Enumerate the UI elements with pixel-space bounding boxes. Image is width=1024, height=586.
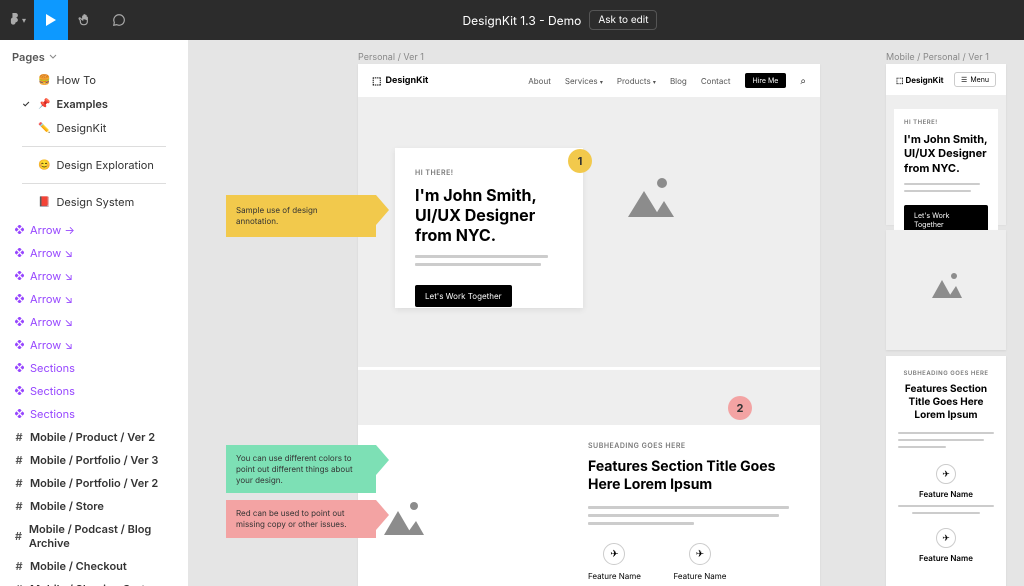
image-placeholder-icon xyxy=(928,272,964,302)
component-icon xyxy=(14,248,24,258)
layer-item[interactable]: Arrow ↘ xyxy=(0,287,188,310)
hero-card[interactable]: HI THERE! I'm John Smith, UI/UX Designer… xyxy=(395,148,583,308)
layer-item[interactable]: Sections xyxy=(0,379,188,402)
search-icon[interactable]: ⌕ xyxy=(800,75,806,87)
page-item[interactable]: 📕Design System xyxy=(0,190,188,214)
component-icon xyxy=(14,294,24,304)
hero-subheading: HI THERE! xyxy=(415,168,563,177)
layer-item[interactable]: Arrow ↘ xyxy=(0,264,188,287)
features-subheading: SUBHEADING GOES HERE xyxy=(588,441,800,450)
frame-icon: # xyxy=(14,501,24,511)
layer-item[interactable]: Arrow ↘ xyxy=(0,241,188,264)
ask-to-edit-button[interactable]: Ask to edit xyxy=(589,10,657,30)
brand-logo: DesignKit xyxy=(385,75,428,86)
toolbar: ▾ DesignKit 1.3 - Demo Ask to edit xyxy=(0,0,1024,40)
hero-subheading: HI THERE! xyxy=(904,119,988,126)
hand-tool[interactable] xyxy=(68,0,102,40)
layer-item[interactable]: Arrow ↘ xyxy=(0,310,188,333)
menu-button[interactable]: ☰ Menu xyxy=(954,72,996,87)
component-icon xyxy=(14,363,24,373)
hero-title: I'm John Smith, UI/UX Designer from NYC. xyxy=(904,132,988,175)
layer-item[interactable]: Sections xyxy=(0,356,188,379)
page-item[interactable]: ✏️DesignKit xyxy=(0,116,188,140)
features-title: Features Section Title Goes Here Lorem I… xyxy=(588,458,800,494)
cta-button[interactable]: Let's Work Together xyxy=(415,285,512,307)
annotation-green[interactable]: You can use different colors to point ou… xyxy=(226,445,376,493)
canvas[interactable]: Personal / Ver 1 Mobile / Personal / Ver… xyxy=(188,40,1024,586)
pages-heading[interactable]: Pages xyxy=(0,46,188,68)
nav-link[interactable]: About xyxy=(528,76,551,86)
image-placeholder-icon xyxy=(618,177,678,225)
frame-icon: # xyxy=(14,561,24,571)
file-title[interactable]: DesignKit 1.3 - Demo xyxy=(463,13,582,28)
comment-tool[interactable] xyxy=(102,0,136,40)
page-item[interactable]: ✓📌Examples xyxy=(0,92,188,116)
component-icon xyxy=(14,409,24,419)
feature-item: Feature Name xyxy=(898,489,994,499)
hero-title: I'm John Smith, UI/UX Designer from NYC. xyxy=(415,185,563,245)
annotation-red[interactable]: Red can be used to point out missing cop… xyxy=(226,500,376,538)
site-header: ⬚DesignKit About Services ▾ Products ▾ B… xyxy=(358,64,820,97)
feature-item: Feature Name xyxy=(898,553,994,563)
layer-item[interactable]: #Mobile / Portfolio / Ver 2 xyxy=(0,471,188,494)
frame-mobile-features[interactable]: SUBHEADING GOES HERE Features Section Ti… xyxy=(886,356,1006,586)
frame-mobile-hero[interactable]: ⬚ DesignKit ☰ Menu HI THERE! I'm John Sm… xyxy=(886,64,1006,224)
frame-icon: # xyxy=(14,478,24,488)
frame-mobile-image[interactable] xyxy=(886,230,1006,350)
frame-label[interactable]: Mobile / Personal / Ver 1 xyxy=(886,52,989,63)
figma-menu[interactable]: ▾ xyxy=(0,0,34,40)
chevron-down-icon xyxy=(49,53,57,61)
frame-icon: # xyxy=(14,432,24,442)
features-title: Features Section Title Goes Here Lorem I… xyxy=(898,383,994,422)
page-item[interactable]: 🍔How To xyxy=(0,68,188,92)
pages-panel: Pages 🍔How To✓📌Examples✏️DesignKit 😊Desi… xyxy=(0,40,188,586)
feature-item: ✈Feature Name xyxy=(673,543,726,581)
brand-logo: DesignKit xyxy=(905,75,943,85)
frame-label[interactable]: Personal / Ver 1 xyxy=(358,52,424,63)
layer-item[interactable]: #Mobile / Store xyxy=(0,494,188,517)
annotation-badge-1[interactable]: 1 xyxy=(568,149,592,173)
component-icon xyxy=(14,225,24,235)
layer-item[interactable]: #Mobile / Podcast / Blog Archive xyxy=(0,517,188,554)
component-icon xyxy=(14,340,24,350)
component-icon xyxy=(14,386,24,396)
annotation-badge-2[interactable]: 2 xyxy=(728,396,752,420)
nav-link[interactable]: Blog xyxy=(670,76,687,86)
feature-item: ✈Feature Name xyxy=(588,543,641,581)
annotation-yellow[interactable]: Sample use of design annotation. xyxy=(226,195,376,237)
frame-icon: # xyxy=(14,531,23,541)
layer-item[interactable]: Arrow → xyxy=(0,218,188,241)
frame-icon: # xyxy=(14,455,24,465)
component-icon xyxy=(14,271,24,281)
layer-item[interactable]: #Mobile / Portfolio / Ver 3 xyxy=(0,448,188,471)
nav-link[interactable]: Services ▾ xyxy=(565,76,603,86)
nav-link[interactable]: Products ▾ xyxy=(617,76,656,86)
layer-item[interactable]: Arrow ↘ xyxy=(0,333,188,356)
layer-item[interactable]: #Mobile / Product / Ver 2 xyxy=(0,425,188,448)
layer-item[interactable]: Sections xyxy=(0,402,188,425)
layer-item[interactable]: #Mobile / Shoping Cart xyxy=(0,577,188,586)
hire-button[interactable]: Hire Me xyxy=(745,73,787,88)
features-subheading: SUBHEADING GOES HERE xyxy=(898,370,994,377)
page-item[interactable]: 😊Design Exploration xyxy=(0,153,188,177)
play-button[interactable] xyxy=(34,0,68,40)
layer-item[interactable]: #Mobile / Checkout xyxy=(0,554,188,577)
nav-link[interactable]: Contact xyxy=(701,76,731,86)
component-icon xyxy=(14,317,24,327)
